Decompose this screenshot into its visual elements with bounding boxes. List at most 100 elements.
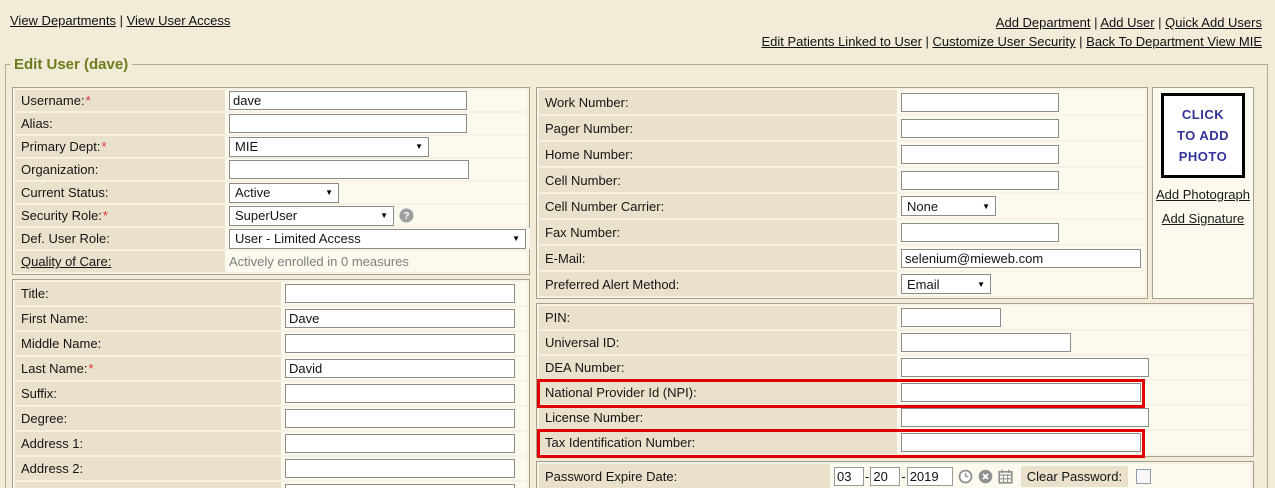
add-photograph-link[interactable]: Add Photograph bbox=[1153, 187, 1253, 202]
city-input[interactable] bbox=[285, 484, 515, 488]
preferred-alert-method-select[interactable]: Email▼ bbox=[901, 274, 991, 294]
quick-add-users-link[interactable]: Quick Add Users bbox=[1165, 15, 1262, 30]
field-value-cell bbox=[897, 406, 1251, 429]
field-label: Address 2: bbox=[21, 461, 83, 476]
password-expire-date-m-input[interactable] bbox=[834, 467, 864, 486]
add-user-link[interactable]: Add User bbox=[1100, 15, 1154, 30]
primary-dept-select[interactable]: MIE▼ bbox=[229, 137, 429, 157]
field-value-cell bbox=[281, 332, 527, 355]
e-mail-input[interactable] bbox=[901, 249, 1141, 268]
current-status-select[interactable]: Active▼ bbox=[229, 183, 339, 203]
field-label: PIN: bbox=[545, 310, 570, 325]
selected-option: User - Limited Access bbox=[235, 231, 361, 246]
required-asterisk: * bbox=[86, 93, 91, 108]
photo-box-line: TO ADD bbox=[1166, 125, 1240, 146]
edit-patients-linked-to-user-link[interactable]: Edit Patients Linked to User bbox=[761, 34, 921, 49]
field-label: Middle Name: bbox=[21, 336, 101, 351]
nav-separator: | bbox=[1076, 34, 1087, 49]
pin-input[interactable] bbox=[901, 308, 1001, 327]
field-label-cell: Last Name:* bbox=[15, 357, 281, 380]
form-row-city: City: bbox=[15, 482, 527, 488]
right-column: Work Number:Pager Number:Home Number:Cel… bbox=[536, 87, 1254, 488]
last-name-input[interactable] bbox=[285, 359, 515, 378]
middle-name-input[interactable] bbox=[285, 334, 515, 353]
quality-of-care-link[interactable]: Quality of Care: bbox=[21, 254, 111, 269]
view-user-access-link[interactable]: View User Access bbox=[127, 13, 231, 28]
add-photo-box[interactable]: CLICK TO ADD PHOTO bbox=[1161, 93, 1245, 178]
field-value-cell bbox=[897, 90, 1145, 114]
cell-number-input[interactable] bbox=[901, 171, 1059, 190]
address-2-input[interactable] bbox=[285, 459, 515, 478]
add-signature-link[interactable]: Add Signature bbox=[1153, 211, 1253, 226]
field-label-cell: Cell Number: bbox=[539, 168, 897, 192]
cell-number-carrier-select[interactable]: None▼ bbox=[901, 196, 996, 216]
field-label: Cell Number: bbox=[545, 173, 621, 188]
username-input[interactable] bbox=[229, 91, 467, 110]
form-row-address-2: Address 2: bbox=[15, 457, 527, 480]
field-value-cell: MIE▼ bbox=[225, 136, 527, 157]
field-label: Tax Identification Number: bbox=[545, 435, 695, 450]
add-department-link[interactable]: Add Department bbox=[996, 15, 1091, 30]
field-label-cell: Address 1: bbox=[15, 432, 281, 455]
home-number-input[interactable] bbox=[901, 145, 1059, 164]
form-row-fax-number: Fax Number: bbox=[539, 220, 1145, 244]
def-user-role-select[interactable]: User - Limited Access ▼ bbox=[229, 229, 526, 249]
clear-date-icon[interactable] bbox=[978, 469, 993, 484]
field-label-cell: Preferred Alert Method: bbox=[539, 272, 897, 296]
back-to-department-view-mie-link[interactable]: Back To Department View MIE bbox=[1086, 34, 1262, 49]
form-row-preferred-alert-method: Preferred Alert Method:Email▼ bbox=[539, 272, 1145, 296]
universal-id-input[interactable] bbox=[901, 333, 1071, 352]
field-value-cell bbox=[281, 307, 527, 330]
fax-number-input[interactable] bbox=[901, 223, 1059, 242]
tax-identification-number-input[interactable] bbox=[901, 433, 1141, 452]
clear-password-checkbox[interactable] bbox=[1136, 469, 1151, 484]
suffix-input[interactable] bbox=[285, 384, 515, 403]
field-label: Last Name: bbox=[21, 361, 87, 376]
field-label: E-Mail: bbox=[545, 251, 585, 266]
field-value-cell bbox=[897, 142, 1145, 166]
customize-user-security-link[interactable]: Customize User Security bbox=[933, 34, 1076, 49]
field-label: Def. User Role: bbox=[21, 231, 110, 246]
title-input[interactable] bbox=[285, 284, 515, 303]
address-1-input[interactable] bbox=[285, 434, 515, 453]
dea-number-input[interactable] bbox=[901, 358, 1149, 377]
field-label-cell: Pager Number: bbox=[539, 116, 897, 140]
first-name-input[interactable] bbox=[285, 309, 515, 328]
nav-separator: | bbox=[116, 13, 127, 28]
nav-separator: | bbox=[922, 34, 933, 49]
security-role-select[interactable]: SuperUser▼ bbox=[229, 206, 394, 226]
form-row-title: Title: bbox=[15, 282, 527, 305]
form-row-organization: Organization: bbox=[15, 159, 527, 180]
form-row-last-name: Last Name:* bbox=[15, 357, 527, 380]
work-number-input[interactable] bbox=[901, 93, 1059, 112]
field-label: Universal ID: bbox=[545, 335, 619, 350]
selected-option: Active bbox=[235, 185, 270, 200]
organization-input[interactable] bbox=[229, 160, 469, 179]
field-label: Fax Number: bbox=[545, 225, 620, 240]
field-value-cell: None▼ bbox=[897, 194, 1145, 218]
calendar-icon[interactable] bbox=[998, 469, 1013, 484]
field-label: Work Number: bbox=[545, 95, 629, 110]
pager-number-input[interactable] bbox=[901, 119, 1059, 138]
field-value-cell bbox=[897, 331, 1251, 354]
selected-option: Email bbox=[907, 277, 940, 292]
license-number-input[interactable] bbox=[901, 408, 1149, 427]
form-row-cell-number: Cell Number: bbox=[539, 168, 1145, 192]
field-value-cell bbox=[281, 357, 527, 380]
field-value-cell bbox=[897, 306, 1251, 329]
field-value-cell bbox=[897, 431, 1251, 454]
question-icon[interactable]: ? bbox=[399, 208, 414, 223]
form-row-password-expire-date: Password Expire Date:--Clear Password: bbox=[539, 464, 1251, 488]
clock-icon[interactable] bbox=[958, 469, 973, 484]
field-value-cell: --Clear Password: bbox=[830, 464, 1251, 488]
form-row-current-status: Current Status:Active▼ bbox=[15, 182, 527, 203]
national-provider-id-npi-input[interactable] bbox=[901, 383, 1141, 402]
chevron-down-icon: ▼ bbox=[512, 234, 520, 243]
password-expire-date-d-input[interactable] bbox=[870, 467, 900, 486]
alias-input[interactable] bbox=[229, 114, 467, 133]
degree-input[interactable] bbox=[285, 409, 515, 428]
top-nav-right: Add Department | Add User | Quick Add Us… bbox=[761, 13, 1262, 51]
password-expire-date-y-input[interactable] bbox=[907, 467, 953, 486]
form-row-username: Username:* bbox=[15, 90, 527, 111]
view-departments-link[interactable]: View Departments bbox=[10, 13, 116, 28]
